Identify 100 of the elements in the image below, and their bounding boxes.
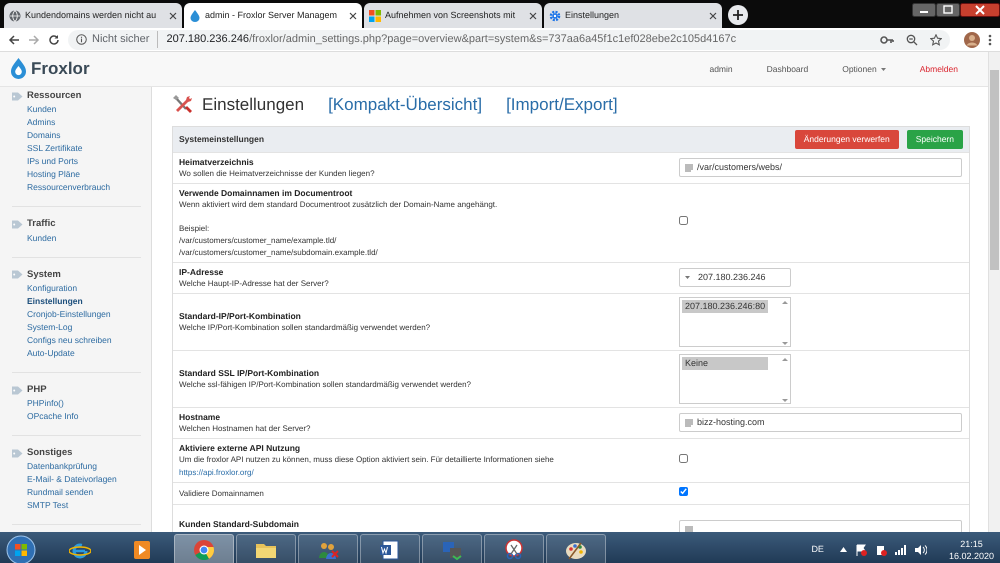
scrollbar[interactable] <box>988 52 1000 532</box>
taskbar-button[interactable] <box>298 534 358 563</box>
sidebar-link[interactable]: Configs neu schreiben <box>12 334 141 347</box>
list-option[interactable]: Keine <box>682 356 768 370</box>
sidebar-link[interactable]: IPs und Ports <box>12 155 141 168</box>
lines-icon <box>685 526 693 532</box>
sidebar-link[interactable]: Rundmail senden <box>12 486 141 500</box>
tag-icon <box>12 386 23 395</box>
reload-icon[interactable] <box>48 34 60 46</box>
speaker-icon[interactable] <box>914 544 927 554</box>
close-window-icon[interactable] <box>960 3 1000 17</box>
logo-text: Froxlor <box>31 58 90 80</box>
sidebar-link[interactable]: Kunden <box>12 103 141 116</box>
options-menu[interactable]: Optionen <box>842 62 886 76</box>
sidebar-link[interactable]: PHPinfo() <box>12 397 141 410</box>
chrome-logo-icon <box>193 538 215 560</box>
checkbox[interactable] <box>679 486 688 496</box>
sidebar-link[interactable]: Ressourcenverbrauch <box>12 181 141 194</box>
avatar-icon[interactable] <box>964 32 980 48</box>
text-input-field[interactable]: /var/customers/webs/ <box>679 158 962 178</box>
tab-title: Aufnehmen von Screenshots mit <box>385 8 516 22</box>
scrollbar-thumb[interactable] <box>990 70 999 270</box>
sidebar-link[interactable]: SSL Zertifikate <box>12 142 141 156</box>
header-link[interactable]: [Import/Export] <box>506 92 618 118</box>
start-orb-icon[interactable] <box>6 534 36 563</box>
setting-description: Welche IP/Port-Kombination sollen standardmäßig verwendet werden? <box>179 322 432 334</box>
setting-title: Hostname <box>179 410 222 423</box>
menu-icon[interactable] <box>988 34 992 46</box>
logout-link[interactable]: Abmelden <box>920 62 958 76</box>
close-icon[interactable] <box>709 12 717 20</box>
sidebar-link[interactable]: Konfiguration <box>12 282 141 295</box>
caret-icon <box>685 276 690 280</box>
text-input-field[interactable]: bizz-hosting.com <box>679 413 962 432</box>
back-arrow-icon[interactable] <box>8 34 20 46</box>
example-text: /var/customers/customer_name/example.tld/ <box>179 234 338 247</box>
tab-title: Kundendomains werden nicht au <box>25 8 156 22</box>
up-arrow-icon[interactable] <box>840 547 847 552</box>
sidebar-link[interactable]: Admins <box>12 116 141 130</box>
security-label: Nicht sicher <box>92 31 158 48</box>
document-w-icon <box>379 538 401 560</box>
close-icon[interactable] <box>349 12 357 20</box>
signal-bars-icon[interactable] <box>894 544 907 554</box>
tag-icon <box>12 92 23 101</box>
new-tab-icon[interactable] <box>728 5 748 25</box>
discard-button[interactable]: Änderungen verwerfen <box>794 130 899 149</box>
setting-title: Kunden Standard-Subdomain <box>179 518 300 530</box>
taskbar-button[interactable] <box>484 534 544 563</box>
taskbar-button[interactable] <box>236 534 296 563</box>
nav-link[interactable]: Dashboard <box>766 62 808 76</box>
browser-tab[interactable]: Einstellungen <box>544 3 722 28</box>
gear-icon <box>549 10 561 22</box>
setting-description: Welche ssl-fähigen IP/Port-Kombination sollen standardmäßig verwendet werden? <box>179 378 472 391</box>
tag-icon <box>12 448 23 458</box>
sidebar-link[interactable]: Hosting Pläne <box>12 168 141 182</box>
setting-title: Standard SSL IP/Port-Kombination <box>179 366 320 379</box>
maximize-icon[interactable] <box>936 3 960 17</box>
page-title: Einstellungen <box>202 94 304 116</box>
browser-tab[interactable]: Aufnehmen von Screenshots mit <box>364 3 542 28</box>
tab-title: Einstellungen <box>565 8 620 22</box>
clock[interactable]: 21:15 16.02.2020 <box>948 538 994 562</box>
taskbar-button[interactable] <box>546 534 606 563</box>
drop-logo-icon <box>10 58 27 80</box>
taskbar-button[interactable] <box>360 534 420 563</box>
group-title: Traffic <box>27 217 56 232</box>
select-field[interactable]: 207.180.236.246 <box>679 268 791 288</box>
sidebar-link[interactable]: Einstellungen <box>12 294 141 308</box>
minimize-icon[interactable] <box>912 3 936 17</box>
save-button[interactable]: Speichern <box>906 130 963 149</box>
close-icon[interactable] <box>529 12 537 20</box>
checkbox[interactable] <box>679 216 688 225</box>
play-icon <box>131 538 153 560</box>
example-text: Beispiel: <box>179 222 210 235</box>
header-link[interactable]: [Kompakt-Übersicht] <box>328 92 482 118</box>
flag-icon[interactable] <box>854 544 867 556</box>
drop-logo-icon <box>189 10 201 22</box>
checkbox[interactable] <box>679 454 688 463</box>
address-bar[interactable]: Nicht sicher 207.180.236.246/froxlor/admin_settings.php?page=overview&part=system&s=737aa6a45f1c1ef028ebe2c105d4167c <box>68 30 950 50</box>
info-icon <box>76 34 87 45</box>
sidebar-link[interactable]: OPcache Info <box>12 410 141 424</box>
sidebar-link[interactable]: Domains <box>12 129 141 142</box>
multi-select-list[interactable]: 207.180.236.246:80 <box>679 296 791 347</box>
user-link[interactable]: admin <box>709 62 733 76</box>
help-link[interactable]: https://api.froxlor.org/ <box>179 468 254 477</box>
zoom-icon[interactable] <box>906 34 918 46</box>
sidebar-link[interactable]: Cronjob-Einstellungen <box>12 308 141 321</box>
sidebar-link[interactable]: Auto-Update <box>12 346 141 360</box>
browser-tab[interactable]: admin - Froxlor Server Managem <box>184 3 362 28</box>
star-icon[interactable] <box>930 34 942 46</box>
multi-select-list[interactable]: Keine <box>679 354 791 404</box>
list-option[interactable]: 207.180.236.246:80 <box>682 300 768 314</box>
sidebar-link[interactable]: E-Mail- & Dateivorlagen <box>12 473 141 486</box>
language-indicator[interactable]: DE <box>811 542 824 556</box>
sidebar-link[interactable]: Kunden <box>12 232 141 245</box>
sidebar-link[interactable]: SMTP Test <box>12 499 141 512</box>
key-icon[interactable] <box>880 34 894 44</box>
sidebar-link[interactable]: System-Log <box>12 320 141 334</box>
setting-description: Wo sollen die Heimatverzeichnisse der Kunden liegen? <box>179 168 376 180</box>
sidebar-link[interactable]: Datenbankprüfung <box>12 460 141 474</box>
browser-tab[interactable]: Kundendomains werden nicht au <box>4 3 182 28</box>
close-icon[interactable] <box>169 12 177 20</box>
